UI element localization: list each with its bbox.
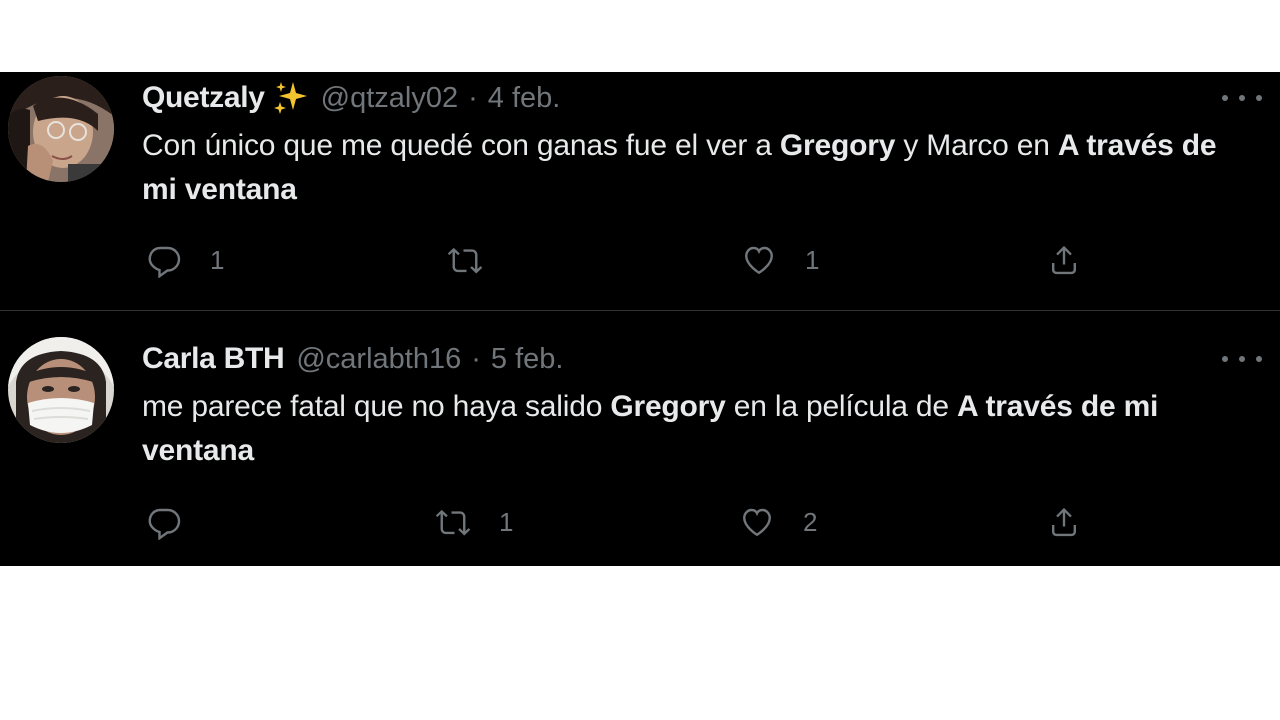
- reply-icon: [148, 508, 181, 540]
- like-button[interactable]: 1: [741, 242, 819, 278]
- retweet-count: 1: [499, 506, 514, 537]
- tweet-header: Quetzaly @qtzaly02 · 4 feb.: [142, 78, 560, 118]
- display-name[interactable]: Carla BTH: [142, 342, 285, 376]
- tweet-text: Con único que me quedé con ganas fue el …: [142, 124, 1242, 212]
- reply-button[interactable]: [146, 504, 210, 540]
- tweet[interactable]: Quetzaly @qtzaly02 · 4 feb. Con único qu…: [0, 72, 1280, 310]
- heart-icon: [743, 508, 771, 537]
- share-button[interactable]: [1046, 242, 1082, 278]
- tweet-header: Carla BTH @carlabth16 · 5 feb.: [142, 339, 563, 379]
- reply-count: 1: [210, 244, 225, 275]
- retweet-button[interactable]: 1: [435, 504, 513, 540]
- reply-icon: [148, 246, 181, 278]
- tweet[interactable]: Carla BTH @carlabth16 · 5 feb. me parece…: [0, 311, 1280, 566]
- sparkles-icon: [273, 80, 309, 116]
- tweet-text: me parece fatal que no haya salido Grego…: [142, 385, 1242, 473]
- text-segment: Con único que me quedé con ganas fue el …: [142, 129, 780, 162]
- display-name[interactable]: Quetzaly: [142, 81, 265, 115]
- heart-icon: [745, 246, 773, 275]
- retweet-button[interactable]: [447, 242, 511, 278]
- user-handle[interactable]: @carlabth16: [296, 343, 461, 376]
- tweet-date[interactable]: 4 feb.: [488, 82, 561, 115]
- text-bold-segment[interactable]: Gregory: [780, 129, 896, 162]
- text-bold-segment[interactable]: Gregory: [610, 390, 726, 423]
- text-segment: me parece fatal que no haya salido: [142, 390, 611, 423]
- more-icon[interactable]: [1222, 349, 1262, 369]
- text-segment: y Marco en: [895, 129, 1058, 162]
- like-count: 1: [805, 244, 820, 275]
- user-handle[interactable]: @qtzaly02: [321, 82, 458, 115]
- avatar[interactable]: [8, 76, 114, 182]
- retweet-icon: [447, 247, 483, 274]
- tweet-date[interactable]: 5 feb.: [491, 343, 564, 376]
- separator-dot: ·: [468, 81, 478, 114]
- more-icon[interactable]: [1222, 88, 1262, 108]
- text-segment: en la película de: [725, 390, 958, 423]
- like-button[interactable]: 2: [739, 504, 817, 540]
- separator-dot: ·: [471, 342, 481, 375]
- share-button[interactable]: [1046, 504, 1082, 540]
- avatar[interactable]: [8, 337, 114, 443]
- share-icon: [1052, 507, 1076, 537]
- share-icon: [1052, 245, 1076, 275]
- reply-button[interactable]: 1: [146, 242, 224, 278]
- like-count: 2: [803, 506, 818, 537]
- retweet-icon: [435, 509, 471, 536]
- tweet-timeline: Quetzaly @qtzaly02 · 4 feb. Con único qu…: [0, 72, 1280, 566]
